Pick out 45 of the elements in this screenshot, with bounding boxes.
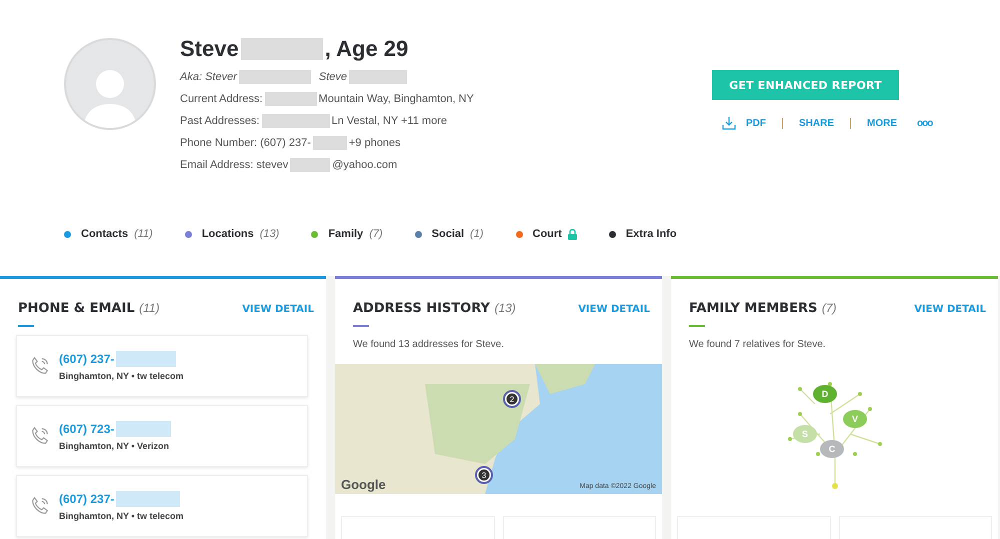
map-logo: Google bbox=[341, 477, 386, 492]
redaction-block bbox=[349, 70, 408, 84]
section-tab[interactable]: Contacts (11) bbox=[64, 228, 153, 240]
redaction-block bbox=[312, 136, 347, 150]
phone-card[interactable]: (607) 237- Binghamton, NY • tw telecom bbox=[16, 475, 308, 537]
map-marker-icon[interactable]: 3 bbox=[475, 466, 493, 484]
phone-location: Binghamton, NY • tw telecom bbox=[59, 371, 184, 381]
card-title: FAMILY MEMBERS (7) bbox=[689, 301, 837, 316]
section-tab[interactable]: Locations (13) bbox=[184, 228, 280, 240]
section-tab[interactable]: Court bbox=[516, 228, 577, 240]
detail-label: Email Address: stevev bbox=[180, 159, 288, 171]
card-title: ADDRESS HISTORY (13) bbox=[353, 301, 516, 316]
detail-value: +9 phones bbox=[348, 137, 401, 149]
phone-icon bbox=[29, 495, 51, 517]
redaction-block bbox=[116, 491, 180, 507]
map-marker-icon[interactable]: 2 bbox=[503, 390, 521, 408]
aka-name: Steve bbox=[318, 71, 348, 83]
redaction-block bbox=[116, 421, 172, 437]
card-title: PHONE & EMAIL (11) bbox=[18, 301, 160, 316]
section-tab[interactable]: Family (7) bbox=[311, 228, 383, 240]
detail-label: Past Addresses: bbox=[180, 115, 260, 127]
section-tab[interactable]: Extra Info bbox=[608, 228, 677, 240]
phone-card[interactable]: (607) 237- Binghamton, NY • tw telecom bbox=[16, 335, 308, 397]
phone-location: Binghamton, NY • Verizon bbox=[59, 441, 170, 451]
detail-value: @yahoo.com bbox=[332, 159, 398, 171]
detail-label: Current Address: bbox=[180, 93, 263, 105]
family-tree-drawing: D V S C bbox=[770, 364, 900, 494]
download-icon[interactable] bbox=[722, 116, 736, 130]
detail-value: Mountain Way, Binghamton, NY bbox=[318, 93, 474, 105]
summary-text: We found 13 addresses for Steve. bbox=[353, 339, 506, 350]
redaction-block bbox=[116, 351, 176, 367]
section-tab[interactable]: Social (1) bbox=[414, 228, 484, 240]
phone-card[interactable]: (607) 723- Binghamton, NY • Verizon bbox=[16, 405, 308, 467]
phone-icon bbox=[29, 425, 51, 447]
aka-label: Aka: Stever bbox=[180, 71, 237, 83]
redaction-block bbox=[290, 158, 330, 172]
detail-value: Ln Vestal, NY +11 more bbox=[332, 115, 447, 127]
phone-location: Binghamton, NY • tw telecom bbox=[59, 511, 184, 521]
detail-label: Phone Number: (607) 237- bbox=[180, 137, 311, 149]
redaction-block bbox=[264, 92, 317, 106]
phone-icon bbox=[29, 355, 51, 377]
summary-text: We found 7 relatives for Steve. bbox=[689, 339, 827, 350]
redaction-block bbox=[262, 114, 330, 128]
person-age: , Age 29 bbox=[324, 36, 408, 62]
person-name: Steve bbox=[180, 36, 239, 62]
